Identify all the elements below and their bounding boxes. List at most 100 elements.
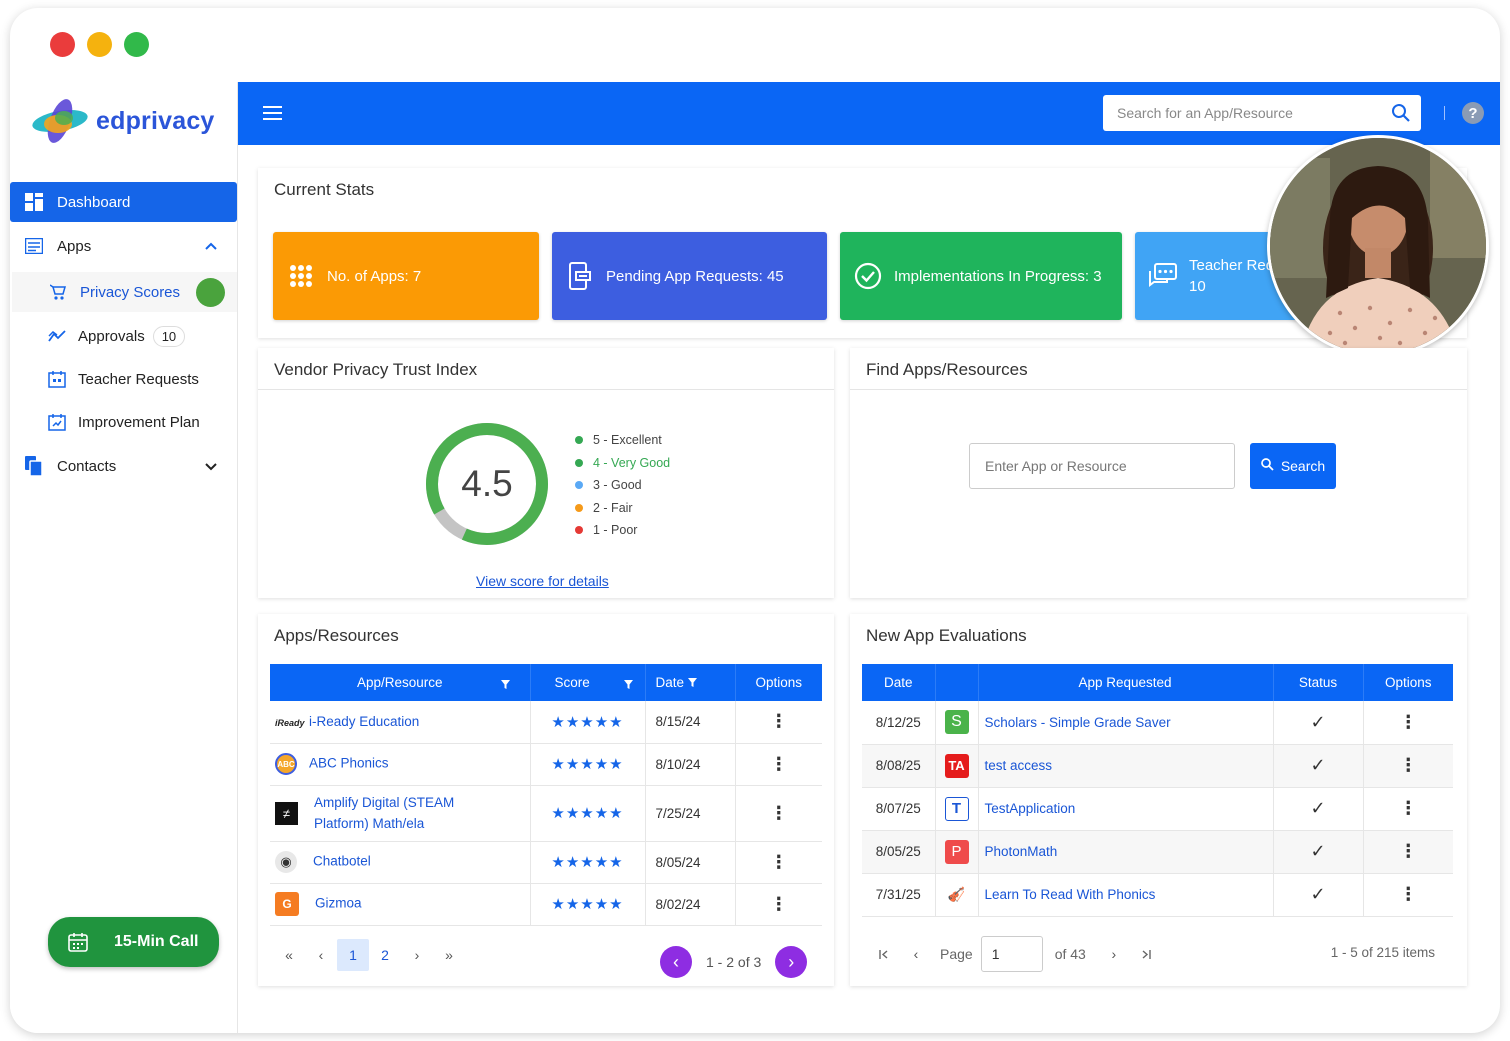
sidebar-item-contacts[interactable]: Contacts	[10, 446, 237, 486]
app-logo-scholars: S	[944, 710, 969, 735]
find-app-input[interactable]: Enter App or Resource	[969, 443, 1235, 489]
app-link[interactable]: Gizmoa	[315, 896, 362, 911]
column-header-date[interactable]: Date	[862, 664, 936, 701]
more-options-icon[interactable]: ⋮	[1363, 830, 1453, 874]
column-header-date[interactable]: Date	[645, 664, 736, 701]
find-search-button[interactable]: Search	[1250, 443, 1336, 489]
table-row[interactable]: ≠ Amplify Digital (STEAM Platform) Math/el…	[270, 785, 822, 842]
carousel-range: 1 - 2 of 3	[706, 954, 762, 970]
chevron-down-icon[interactable]	[205, 458, 217, 475]
stat-card-apps[interactable]: No. of Apps: 7	[273, 232, 539, 320]
divider	[1444, 106, 1445, 120]
first-page-button[interactable]	[868, 938, 900, 970]
carousel-next-button[interactable]: ›	[775, 946, 808, 978]
app-link[interactable]: Chatbotel	[313, 854, 371, 869]
sidebar-item-label: Apps	[57, 237, 92, 255]
more-options-icon[interactable]: ⋮	[735, 701, 822, 744]
table-row[interactable]: 8/12/25 S Scholars - Simple Grade Saver …	[862, 701, 1453, 745]
table-row[interactable]: 7/31/25 🎻 Learn To Read With Phonics ✓ ⋮	[862, 873, 1453, 917]
search-button-label: Search	[1280, 458, 1326, 474]
filter-icon[interactable]	[687, 675, 697, 690]
next-page-button[interactable]: ›	[1098, 938, 1130, 970]
maximize-window-button[interactable]	[124, 32, 149, 57]
sidebar-item-dashboard[interactable]: Dashboard	[10, 182, 237, 222]
app-date: 8/02/24	[655, 896, 701, 912]
apps-resources-card: Apps/Resources App/Resource Score Date O…	[258, 614, 834, 986]
app-link[interactable]: Amplify Digital (STEAM Platform) Math/ela	[314, 792, 454, 834]
app-link[interactable]: Learn To Read With Phonics	[985, 887, 1156, 902]
app-link[interactable]: PhotonMath	[985, 844, 1058, 859]
more-options-icon[interactable]: ⋮	[735, 841, 822, 884]
app-name-line1: Amplify Digital (STEAM	[314, 795, 455, 810]
sidebar-item-privacy-scores[interactable]: Privacy Scores	[12, 272, 237, 312]
app-link[interactable]: TestApplication	[985, 801, 1076, 816]
view-score-details-link[interactable]: View score for details	[476, 573, 609, 589]
app-link[interactable]: ABC Phonics	[309, 756, 389, 771]
app-link[interactable]: test access	[985, 758, 1053, 773]
column-header-status[interactable]: Status	[1273, 664, 1364, 701]
sidebar-item-improvement-plan[interactable]: Improvement Plan	[12, 402, 237, 442]
search-icon	[1260, 458, 1274, 474]
page-2-button[interactable]: 2	[369, 939, 401, 971]
check-circle-icon	[854, 262, 882, 290]
close-window-button[interactable]	[50, 32, 75, 57]
trust-score-value: 4.5	[461, 463, 513, 504]
book-call-button[interactable]: 15-Min Call	[48, 917, 219, 967]
dashboard-icon	[23, 191, 45, 213]
trust-index-card: Vendor Privacy Trust Index 4.5 5 - Excel…	[258, 348, 834, 598]
search-icon[interactable]	[1391, 103, 1411, 126]
star-rating: ★★★★★	[551, 756, 624, 773]
sidebar-item-apps[interactable]: Apps	[10, 226, 237, 266]
minimize-window-button[interactable]	[87, 32, 112, 57]
approved-check-icon: ✓	[1273, 830, 1364, 874]
filter-icon[interactable]	[500, 677, 510, 692]
menu-icon[interactable]	[263, 106, 282, 124]
app-link[interactable]: i-Ready Education	[309, 714, 419, 729]
more-options-icon[interactable]: ⋮	[1363, 873, 1453, 917]
sidebar-item-teacher-requests[interactable]: Teacher Requests	[12, 359, 237, 399]
table-row[interactable]: ◉ Chatbotel ★★★★★ 8/05/24 ⋮	[270, 841, 822, 884]
table-row[interactable]: 8/07/25 T TestApplication ✓ ⋮	[862, 787, 1453, 831]
next-page-button[interactable]: ›	[401, 939, 433, 971]
legend-label: 3 - Good	[593, 478, 642, 493]
more-options-icon[interactable]: ⋮	[1363, 701, 1453, 745]
help-icon[interactable]: ?	[1462, 102, 1484, 124]
table-row[interactable]: 8/08/25 TA test access ✓ ⋮	[862, 744, 1453, 788]
legend-item: 4 - Very Good	[575, 452, 670, 475]
evaluations-pagination: ‹ Page 1 of 43 ›	[868, 936, 1162, 972]
first-page-button[interactable]: «	[273, 939, 305, 971]
brand-logo[interactable]: edprivacy	[30, 96, 215, 146]
header-label: Status	[1298, 675, 1338, 690]
more-options-icon[interactable]: ⋮	[1363, 787, 1453, 831]
trust-score-gauge: 4.5	[424, 421, 550, 547]
table-row[interactable]: G Gizmoa ★★★★★ 8/02/24 ⋮	[270, 883, 822, 926]
table-row[interactable]: 8/05/25 P PhotonMath ✓ ⋮	[862, 830, 1453, 874]
last-page-button[interactable]: »	[433, 939, 465, 971]
page-number-input[interactable]: 1	[980, 936, 1043, 972]
eval-date: 7/31/25	[875, 887, 921, 902]
sidebar-item-approvals[interactable]: Approvals 10	[12, 316, 237, 356]
prev-page-button[interactable]: ‹	[900, 938, 932, 970]
carousel-prev-button[interactable]: ‹	[660, 946, 692, 978]
table-row[interactable]: iReady i-Ready Education ★★★★★ 8/15/24 ⋮	[270, 701, 822, 744]
presenter-video-avatar	[1267, 135, 1489, 357]
more-options-icon[interactable]: ⋮	[735, 743, 822, 786]
column-header-score[interactable]: Score	[530, 664, 646, 701]
find-apps-title: Find Apps/Resources	[866, 360, 1028, 379]
page-1-button[interactable]: 1	[337, 939, 369, 971]
table-row[interactable]: ABC ABC Phonics ★★★★★ 8/10/24 ⋮	[270, 743, 822, 786]
more-options-icon[interactable]: ⋮	[1363, 744, 1453, 788]
stat-card-pending-requests[interactable]: Pending App Requests: 45	[552, 232, 827, 320]
column-header-app[interactable]: App/Resource	[270, 664, 531, 701]
legend-item: 5 - Excellent	[575, 429, 670, 452]
more-options-icon[interactable]: ⋮	[735, 883, 822, 926]
chevron-up-icon[interactable]	[205, 237, 217, 254]
prev-page-button[interactable]: ‹	[305, 939, 337, 971]
stat-card-implementations[interactable]: Implementations In Progress: 3	[840, 232, 1122, 320]
global-search-input[interactable]: Search for an App/Resource	[1103, 95, 1421, 131]
filter-icon[interactable]	[623, 677, 633, 692]
column-header-app-requested[interactable]: App Requested	[978, 664, 1274, 701]
more-options-icon[interactable]: ⋮	[735, 785, 822, 842]
app-link[interactable]: Scholars - Simple Grade Saver	[985, 715, 1171, 730]
last-page-button[interactable]	[1130, 938, 1162, 970]
